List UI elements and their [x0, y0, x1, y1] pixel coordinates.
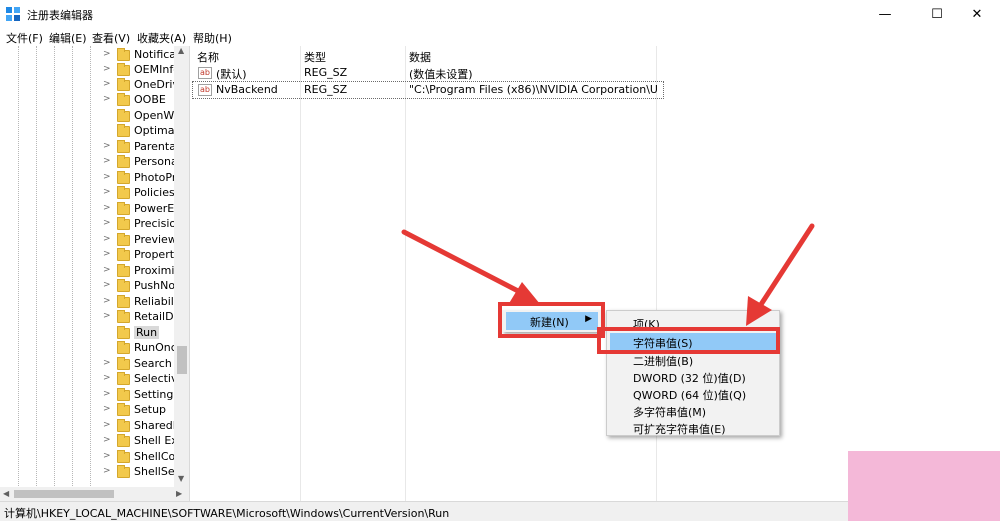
annotation-arrows	[401, 223, 815, 326]
corner-decoration	[848, 451, 1000, 521]
annotation-arrow-right	[746, 223, 815, 326]
status-path: 计算机\HKEY_LOCAL_MACHINE\SOFTWARE\Microsof…	[4, 507, 450, 520]
annotation-arrow-left	[401, 229, 540, 305]
